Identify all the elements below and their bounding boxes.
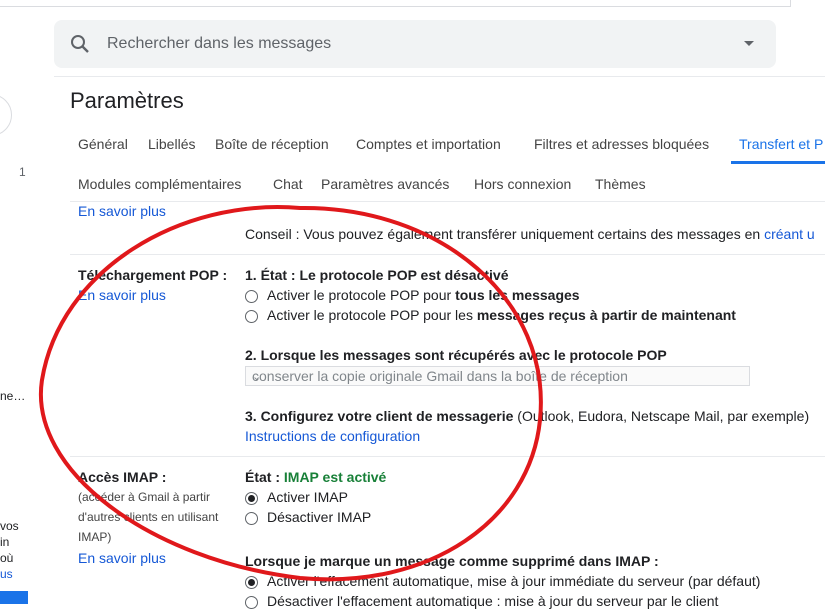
tab-addons[interactable]: Modules complémentaires — [78, 176, 241, 192]
imap-enable-radio[interactable] — [245, 492, 258, 505]
tab-accounts[interactable]: Comptes et importation — [356, 136, 501, 152]
tab-themes[interactable]: Thèmes — [595, 176, 646, 192]
imap-description-line: d'autres clients en utilisant — [78, 510, 219, 524]
pop-all-messages-label[interactable]: Activer le protocole POP pour tous les m… — [267, 287, 580, 303]
imap-status-prefix: État : — [245, 469, 284, 485]
pop-learn-more-link[interactable]: En savoir plus — [78, 287, 166, 303]
active-tab-indicator — [731, 161, 825, 164]
pop-opt1-bold: tous les messages — [455, 287, 580, 303]
tab-filters[interactable]: Filtres et adresses bloquées — [534, 136, 709, 152]
pop-opt2-bold: messages reçus à partir de maintenant — [476, 307, 736, 323]
auto-expunge-off-radio[interactable] — [245, 596, 258, 609]
pop-step3-heading: 3. Configurez votre client de messagerie — [245, 408, 514, 424]
left-partial-text: in — [0, 535, 10, 549]
pop-step2-heading: 2. Lorsque les messages sont récupérés a… — [245, 347, 667, 363]
tab-forwarding[interactable]: Transfert et P — [739, 136, 823, 152]
config-instructions-link[interactable]: Instructions de configuration — [245, 428, 420, 444]
tabs-divider — [70, 201, 825, 202]
imap-status: État : IMAP est activé — [245, 469, 386, 485]
top-border — [0, 0, 791, 7]
auto-expunge-on-radio[interactable] — [245, 576, 258, 589]
tab-offline[interactable]: Hors connexion — [474, 176, 571, 192]
compose-button-partial[interactable] — [0, 94, 12, 136]
tab-chat[interactable]: Chat — [273, 176, 303, 192]
imap-description-line: IMAP) — [78, 530, 112, 544]
imap-section-label: Accès IMAP : — [78, 469, 167, 485]
search-bar[interactable]: Rechercher dans les messages — [54, 20, 776, 68]
search-options-icon[interactable] — [744, 41, 754, 46]
unread-count: 1 — [19, 165, 26, 179]
tab-inbox[interactable]: Boîte de réception — [215, 136, 329, 152]
create-filter-link[interactable]: créant u — [764, 226, 815, 242]
pop-step3-rest: (Outlook, Eudora, Netscape Mail, par exe… — [513, 408, 810, 424]
imap-delete-heading: Lorsque je marque un message comme suppr… — [245, 553, 659, 569]
pop-section-label: Téléchargement POP : — [78, 267, 228, 283]
pop-action-select[interactable]: conserver la copie originale Gmail dans … — [245, 366, 750, 386]
tab-general[interactable]: Général — [78, 136, 128, 152]
forward-tip: Conseil : Vous pouvez également transfér… — [245, 226, 815, 242]
imap-status-value: IMAP est activé — [283, 469, 387, 485]
left-partial-text: où — [0, 551, 14, 565]
pop-from-now-radio[interactable] — [245, 310, 258, 323]
search-input[interactable]: Rechercher dans les messages — [107, 35, 331, 53]
imap-disable-label[interactable]: Désactiver IMAP — [267, 509, 371, 525]
tab-labels[interactable]: Libellés — [148, 136, 195, 152]
forward-learn-more-link[interactable]: En savoir plus — [78, 203, 166, 219]
imap-enable-label[interactable]: Activer IMAP — [267, 489, 348, 505]
page-title: Paramètres — [70, 88, 184, 113]
pop-opt2-prefix: Activer le protocole POP pour les — [267, 307, 477, 323]
left-partial-link[interactable]: us — [0, 567, 13, 581]
left-partial-button[interactable] — [0, 591, 28, 604]
pop-opt1-prefix: Activer le protocole POP pour — [267, 287, 456, 303]
section-divider — [70, 456, 825, 457]
auto-expunge-on-label[interactable]: Activer l'effacement automatique, mise à… — [267, 573, 760, 589]
auto-expunge-off-label[interactable]: Désactiver l'effacement automatique : mi… — [267, 593, 718, 609]
left-partial-text: vos — [0, 519, 19, 533]
search-icon[interactable] — [68, 32, 92, 61]
imap-learn-more-link[interactable]: En savoir plus — [78, 550, 166, 566]
forward-tip-text: Conseil : Vous pouvez également transfér… — [245, 226, 761, 242]
tab-advanced[interactable]: Paramètres avancés — [321, 176, 449, 192]
pop-from-now-label[interactable]: Activer le protocole POP pour les messag… — [267, 307, 736, 323]
header-divider — [54, 76, 825, 77]
section-divider — [70, 254, 825, 255]
imap-disable-radio[interactable] — [245, 512, 258, 525]
imap-description-line: (accéder à Gmail à partir — [78, 490, 211, 504]
chevron-down-icon: ⌄ — [252, 371, 262, 383]
pop-step3: 3. Configurez votre client de messagerie… — [245, 408, 809, 424]
left-partial-text: ne… — [0, 389, 26, 403]
pop-status-heading: 1. État : Le protocole POP est désactivé — [245, 267, 509, 283]
pop-all-messages-radio[interactable] — [245, 290, 258, 303]
